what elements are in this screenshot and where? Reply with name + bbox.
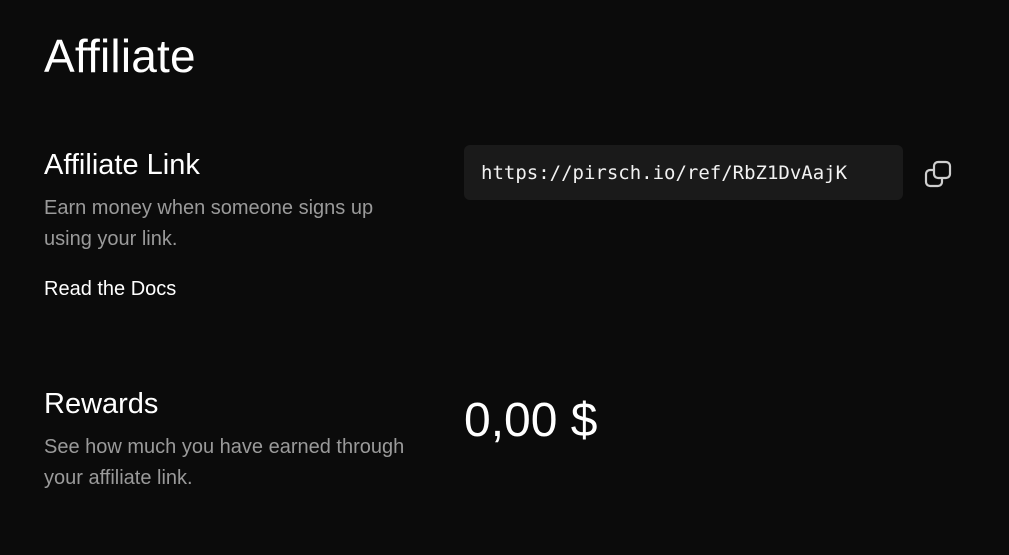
affiliate-url-field[interactable]: https://pirsch.io/ref/RbZ1DvAajK	[464, 145, 903, 200]
copy-link-button[interactable]	[918, 154, 958, 194]
rewards-title: Rewards	[44, 388, 159, 420]
rewards-section: Rewards See how much you have earned thr…	[44, 386, 424, 494]
affiliate-url-text[interactable]: https://pirsch.io/ref/RbZ1DvAajK	[481, 162, 847, 184]
copy-icon	[924, 160, 952, 188]
affiliate-link-title: Affiliate Link	[44, 149, 200, 181]
read-docs-link[interactable]: Read the Docs	[44, 275, 176, 303]
rewards-description: See how much you have earned through you…	[44, 436, 405, 489]
page-title: Affiliate	[44, 30, 196, 82]
rewards-amount: 0,00 $	[464, 394, 598, 447]
affiliate-link-description: Earn money when someone signs up using y…	[44, 197, 374, 250]
affiliate-link-section: Affiliate Link Earn money when someone s…	[44, 147, 424, 303]
